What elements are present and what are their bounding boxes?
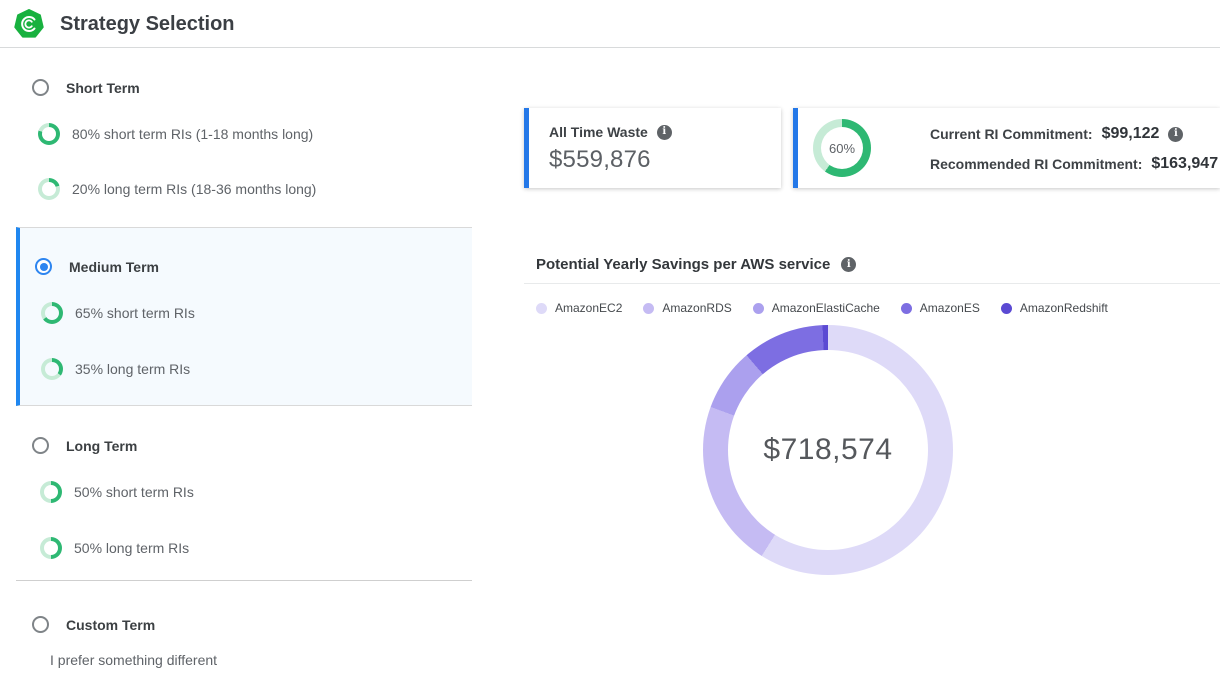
info-icon[interactable] <box>657 125 672 140</box>
option-detail-row: 80% short term RIs (1-18 months long) <box>38 123 313 145</box>
legend-dot-icon <box>536 303 547 314</box>
current-ri-label: Current RI Commitment: <box>930 126 1093 142</box>
option-label: Short Term <box>66 80 140 96</box>
ri-split-label: 20% long term RIs (18-36 months long) <box>72 181 316 197</box>
ri-split-label: 50% short term RIs <box>74 484 194 500</box>
ri-split-donut-icon <box>41 302 63 324</box>
recommended-ri-label: Recommended RI Commitment: <box>930 156 1142 172</box>
legend-dot-icon <box>643 303 654 314</box>
cloudability-logo-icon <box>14 9 44 39</box>
all-time-waste-card: All Time Waste $559,876 <box>524 108 781 188</box>
option-detail-row: 50% short term RIs <box>40 481 194 503</box>
ri-split-label: 65% short term RIs <box>75 305 195 321</box>
legend-label: AmazonEC2 <box>555 301 622 315</box>
savings-chart-legend: AmazonEC2 AmazonRDS AmazonElastiCache Am… <box>536 301 1108 315</box>
legend-dot-icon <box>901 303 912 314</box>
option-label: Custom Term <box>66 617 155 633</box>
option-detail-row: 20% long term RIs (18-36 months long) <box>38 178 316 200</box>
recommended-ri-commitment-row: Recommended RI Commitment: $163,947 <box>930 155 1220 173</box>
legend-label: AmazonRedshift <box>1020 301 1108 315</box>
legend-item-amazonec2[interactable]: AmazonEC2 <box>536 301 622 315</box>
legend-label: AmazonRDS <box>662 301 731 315</box>
ri-split-donut-icon <box>40 537 62 559</box>
section-divider <box>16 580 472 581</box>
waste-card-label: All Time Waste <box>549 124 648 140</box>
legend-dot-icon <box>753 303 764 314</box>
radio-custom-term[interactable] <box>32 616 49 633</box>
strategy-selection-page: Strategy Selection Short Term 80% short … <box>0 0 1220 691</box>
radio-medium-term[interactable] <box>35 258 52 275</box>
radio-long-term[interactable] <box>32 437 49 454</box>
legend-label: AmazonES <box>920 301 980 315</box>
ri-split-label: 80% short term RIs (1-18 months long) <box>72 126 313 142</box>
page-header: Strategy Selection <box>0 0 1220 48</box>
option-medium-term[interactable]: Medium Term <box>35 258 159 275</box>
radio-short-term[interactable] <box>32 79 49 96</box>
recommended-ri-value: $163,947 <box>1151 155 1218 173</box>
legend-dot-icon <box>1001 303 1012 314</box>
legend-item-amazonredshift[interactable]: AmazonRedshift <box>1001 301 1108 315</box>
page-title: Strategy Selection <box>60 0 235 48</box>
ri-split-label: 35% long term RIs <box>75 361 190 377</box>
ri-split-donut-icon <box>38 178 60 200</box>
waste-card-value: $559,876 <box>549 146 651 174</box>
chart-divider <box>524 283 1220 284</box>
ri-split-donut-icon <box>40 481 62 503</box>
legend-label: AmazonElastiCache <box>772 301 880 315</box>
current-ri-value: $99,122 <box>1102 125 1160 143</box>
option-label: Long Term <box>66 438 137 454</box>
option-short-term[interactable]: Short Term <box>32 79 140 96</box>
info-icon[interactable] <box>841 257 856 272</box>
savings-donut-chart: $718,574 <box>703 325 953 575</box>
ri-split-donut-icon <box>38 123 60 145</box>
option-custom-term[interactable]: Custom Term <box>32 616 155 633</box>
commitment-gauge-donut: 60% <box>813 119 871 177</box>
option-long-term[interactable]: Long Term <box>32 437 137 454</box>
legend-item-amazonrds[interactable]: AmazonRDS <box>643 301 731 315</box>
gauge-percent-label: 60% <box>829 141 855 156</box>
ri-commitment-card: 60% Current RI Commitment: $99,122 Recom… <box>793 108 1220 188</box>
ri-split-label: 50% long term RIs <box>74 540 189 556</box>
option-detail-row: 35% long term RIs <box>41 358 190 380</box>
option-label: Medium Term <box>69 259 159 275</box>
option-detail-row: 50% long term RIs <box>40 537 189 559</box>
ri-split-donut-icon <box>41 358 63 380</box>
legend-item-amazones[interactable]: AmazonES <box>901 301 980 315</box>
custom-term-description: I prefer something different <box>50 652 217 668</box>
savings-chart-header: Potential Yearly Savings per AWS service <box>536 256 856 273</box>
info-icon[interactable] <box>1168 127 1183 142</box>
legend-item-amazonelasticache[interactable]: AmazonElastiCache <box>753 301 880 315</box>
current-ri-commitment-row: Current RI Commitment: $99,122 <box>930 125 1183 143</box>
option-detail-row: 65% short term RIs <box>41 302 195 324</box>
savings-total-value: $718,574 <box>763 433 892 467</box>
savings-chart-title: Potential Yearly Savings per AWS service <box>536 256 830 273</box>
